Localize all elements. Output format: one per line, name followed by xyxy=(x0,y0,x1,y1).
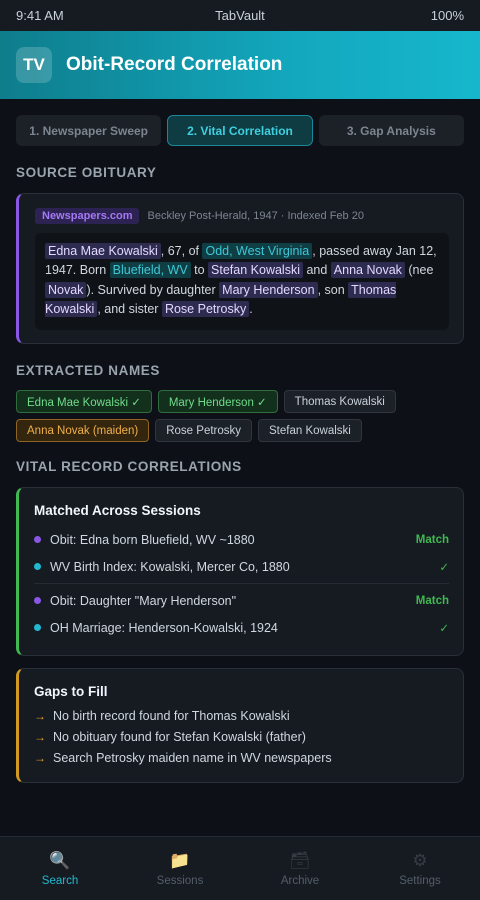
name-chip[interactable]: Edna Mae Kowalski ✓ xyxy=(16,390,152,413)
highlight-person[interactable]: Anna Novak xyxy=(330,262,405,279)
check-icon: ✓ xyxy=(439,622,449,635)
highlight-person[interactable]: Edna Mae Kowalski xyxy=(45,243,161,259)
gap-item[interactable]: → No obituary found for Stefan Kowalski … xyxy=(34,726,449,747)
match-row[interactable]: Obit: Edna born Bluefield, WV ~1880 Matc… xyxy=(34,526,449,553)
gap-item[interactable]: → Search Petrosky maiden name in WV news… xyxy=(34,747,449,768)
nav-label: Settings xyxy=(399,875,441,887)
arrow-right-icon: → xyxy=(34,729,46,744)
obituary-card[interactable]: Newspapers.com Beckley Post-Herald, 1947… xyxy=(16,193,464,344)
app-header: TV Obit-Record Correlation xyxy=(0,31,480,99)
name-chip[interactable]: Stefan Kowalski xyxy=(258,419,362,442)
name-chip[interactable]: Rose Petrosky xyxy=(155,419,253,442)
nav-archive[interactable]: 🗃 Archive xyxy=(240,837,360,900)
search-icon: 🔍 xyxy=(49,851,71,870)
match-record-text: OH Marriage: Henderson-Kowalski, 1924 xyxy=(50,620,278,635)
highlight-person[interactable]: Rose Petrosky xyxy=(161,301,250,318)
gap-item[interactable]: → No birth record found for Thomas Kowal… xyxy=(34,705,449,726)
tab-gap-analysis[interactable]: 3. Gap Analysis xyxy=(318,115,464,146)
nav-sessions[interactable]: 📁 Sessions xyxy=(120,837,240,900)
obit-dot-icon xyxy=(34,536,41,543)
arrow-right-icon: → xyxy=(34,708,46,723)
workflow-tabs: 1. Newspaper Sweep 2. Vital Correlation … xyxy=(0,99,480,146)
tab-newspaper-sweep[interactable]: 1. Newspaper Sweep xyxy=(16,115,162,146)
folder-icon: 📁 xyxy=(169,851,191,870)
matched-title: Matched Across Sessions xyxy=(34,503,201,518)
obit-dot-icon xyxy=(34,597,41,604)
archive-icon: 🗃 xyxy=(289,851,311,870)
obituary-publication: Beckley Post-Herald, 1947 · Indexed Feb … xyxy=(147,210,364,222)
arrow-right-icon: → xyxy=(34,750,46,765)
divider xyxy=(34,583,449,584)
match-status: Match xyxy=(415,533,449,546)
match-row[interactable]: OH Marriage: Henderson-Kowalski, 1924 ✓ xyxy=(34,614,449,641)
obituary-text-segment: , 67, of xyxy=(160,244,203,258)
status-battery: 100% xyxy=(430,8,464,23)
source-badge: Newspapers.com xyxy=(35,208,140,224)
nav-settings[interactable]: ⚙ Settings xyxy=(360,837,480,900)
obituary-text-segment: . xyxy=(249,302,253,317)
source-obituary-heading: SOURCE OBITUARY xyxy=(16,165,157,180)
app-logo: TV xyxy=(16,47,52,83)
match-status: Match xyxy=(415,594,449,607)
correlations-heading: VITAL RECORD CORRELATIONS xyxy=(16,459,242,474)
obituary-text-segment: (nee xyxy=(404,263,434,278)
obituary-text-segment: ). Survived by daughter xyxy=(86,282,220,297)
gaps-card: Gaps to Fill → No birth record found for… xyxy=(16,668,464,783)
nav-label: Sessions xyxy=(156,875,204,887)
bottom-nav: 🔍 Search 📁 Sessions 🗃 Archive ⚙ Settings xyxy=(0,836,480,900)
nav-label: Archive xyxy=(280,875,320,887)
name-chip[interactable]: Mary Henderson ✓ xyxy=(157,390,278,413)
obituary-text-segment: , and sister xyxy=(97,302,162,317)
status-bar: 9:41 AM TabVault 100% xyxy=(0,0,480,31)
gear-icon: ⚙ xyxy=(412,851,428,870)
highlight-person[interactable]: Stefan Kowalski xyxy=(208,262,303,279)
obituary-text-segment: and xyxy=(302,263,331,278)
highlight-person[interactable]: Mary Henderson xyxy=(219,281,318,298)
highlight-place[interactable]: Odd, West Virginia xyxy=(202,243,313,259)
obituary-text-segment: , son xyxy=(317,282,349,297)
gap-text: No obituary found for Stefan Kowalski (f… xyxy=(53,729,306,744)
status-time: 9:41 AM xyxy=(16,8,64,23)
match-obit-text: Obit: Edna born Bluefield, WV ~1880 xyxy=(50,532,255,547)
page-title: Obit-Record Correlation xyxy=(66,54,283,75)
obituary-meta: Newspapers.com Beckley Post-Herald, 1947… xyxy=(35,208,449,224)
gap-text: Search Petrosky maiden name in WV newspa… xyxy=(53,750,332,765)
nav-label: Search xyxy=(41,875,79,887)
match-row[interactable]: Obit: Daughter "Mary Henderson" Match xyxy=(34,587,449,614)
obituary-text: Edna Mae Kowalski, 67, of Odd, West Virg… xyxy=(35,233,449,330)
record-dot-icon xyxy=(34,563,41,570)
obituary-text-segment: to xyxy=(190,263,209,278)
name-chip[interactable]: Anna Novak (maiden) xyxy=(16,419,150,442)
name-chip[interactable]: Thomas Kowalski xyxy=(283,390,396,413)
matched-card: Matched Across Sessions Obit: Edna born … xyxy=(16,487,464,656)
match-record-text: WV Birth Index: Kowalski, Mercer Co, 188… xyxy=(50,559,290,574)
check-icon: ✓ xyxy=(439,561,449,574)
extracted-names-list: Edna Mae Kowalski ✓ Mary Henderson ✓ Tho… xyxy=(0,390,480,442)
record-dot-icon xyxy=(34,624,41,631)
highlight-person[interactable]: Novak xyxy=(45,281,87,298)
gap-text: No birth record found for Thomas Kowalsk… xyxy=(53,708,290,723)
extracted-names-heading: EXTRACTED NAMES xyxy=(16,363,161,378)
match-obit-text: Obit: Daughter "Mary Henderson" xyxy=(50,593,237,608)
gaps-title: Gaps to Fill xyxy=(34,684,108,699)
nav-search[interactable]: 🔍 Search xyxy=(0,837,120,900)
status-app-name: TabVault xyxy=(215,8,265,23)
match-row[interactable]: WV Birth Index: Kowalski, Mercer Co, 188… xyxy=(34,553,449,580)
tab-vital-correlation[interactable]: 2. Vital Correlation xyxy=(167,115,313,146)
highlight-place[interactable]: Bluefield, WV xyxy=(109,262,191,279)
